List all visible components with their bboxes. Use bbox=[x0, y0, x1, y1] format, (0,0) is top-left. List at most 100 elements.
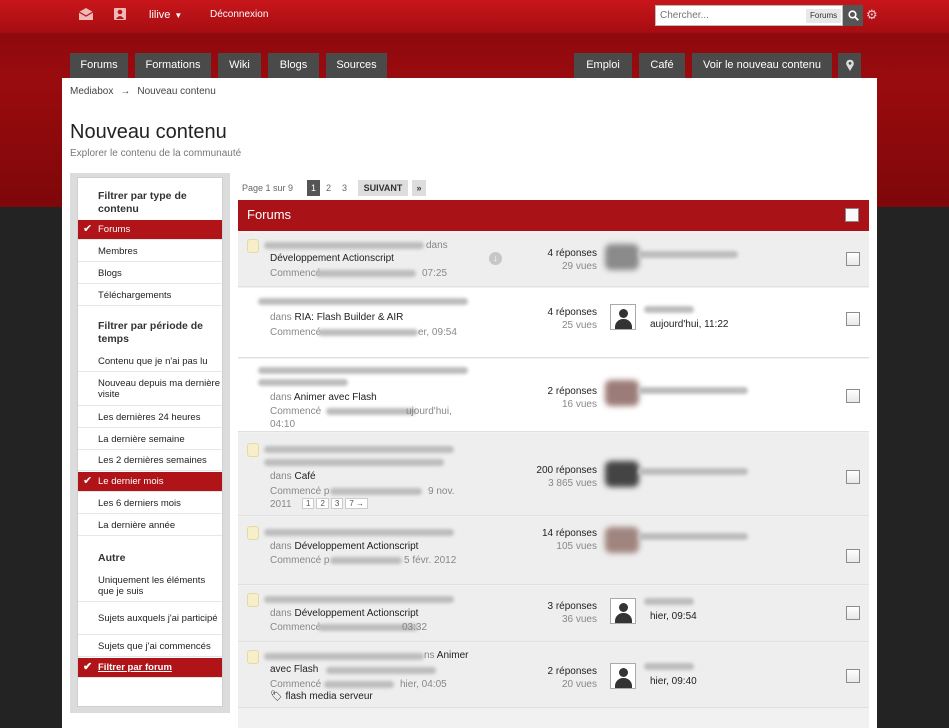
row-views: 25 vues bbox=[561, 320, 597, 331]
page-3[interactable]: 3 bbox=[342, 180, 350, 196]
avatar[interactable] bbox=[610, 304, 636, 330]
filter-period-since-visit[interactable]: Nouveau depuis ma dernière visite bbox=[78, 373, 222, 406]
notifications-icon[interactable] bbox=[113, 7, 129, 21]
row-forum-line: dans Développement Actionscript bbox=[270, 608, 419, 619]
row-checkbox[interactable] bbox=[846, 252, 860, 266]
row-time: 9 nov. bbox=[428, 486, 455, 497]
tag[interactable]: 🏷 flash media serveur bbox=[270, 691, 373, 702]
download-icon[interactable]: ↓ bbox=[489, 252, 502, 265]
filter-period-year[interactable]: La dernière année bbox=[78, 515, 222, 536]
filter-started[interactable]: Sujets que j'ai commencés bbox=[78, 636, 222, 657]
row-forum[interactable]: Café bbox=[294, 471, 315, 482]
last-page-button[interactable]: » bbox=[412, 180, 426, 196]
redacted-text bbox=[644, 306, 694, 313]
row-forum[interactable]: Développement Actionscript bbox=[270, 253, 394, 264]
page-1[interactable]: 1 bbox=[307, 180, 320, 196]
topic-row[interactable]: dans Développement Actionscript Commencé… bbox=[238, 586, 869, 642]
row-dans: dans bbox=[426, 240, 448, 251]
row-started: Commencé p bbox=[270, 486, 330, 497]
logout-link[interactable]: Déconnexion bbox=[210, 9, 268, 20]
search-button[interactable] bbox=[843, 5, 863, 26]
topic-page-last[interactable]: 7 → bbox=[345, 498, 369, 509]
search-input[interactable] bbox=[660, 8, 800, 23]
filter-period-unread[interactable]: Contenu que je n'ai pas lu bbox=[78, 351, 222, 372]
row-forum[interactable]: Animer avec Flash bbox=[294, 392, 377, 403]
select-all-checkbox[interactable] bbox=[845, 208, 859, 222]
nav-tab-forums[interactable]: Forums bbox=[70, 53, 128, 78]
row-forum-2[interactable]: avec Flash bbox=[270, 664, 318, 675]
lightbulb-icon bbox=[247, 526, 259, 540]
page-2[interactable]: 2 bbox=[326, 180, 334, 196]
row-checkbox[interactable] bbox=[846, 606, 860, 620]
topic-page-1[interactable]: 1 bbox=[302, 498, 315, 509]
lightbulb-icon bbox=[247, 650, 259, 664]
row-checkbox[interactable] bbox=[846, 669, 860, 683]
avatar[interactable] bbox=[610, 598, 636, 624]
topic-row[interactable]: dans Café Commencé p 9 nov. 2011 1237 → … bbox=[238, 433, 869, 516]
filter-participated[interactable]: Sujets auxquels j'ai participé bbox=[78, 603, 222, 635]
row-forum-line: ns Animer bbox=[424, 650, 469, 661]
row-checkbox[interactable] bbox=[846, 389, 860, 403]
topic-page-2[interactable]: 2 bbox=[316, 498, 329, 509]
filter-period-week[interactable]: La dernière semaine bbox=[78, 429, 222, 450]
filter-type-blogs[interactable]: Blogs bbox=[78, 263, 222, 284]
row-views: 3 865 vues bbox=[548, 478, 597, 489]
user-name: lilive bbox=[149, 9, 171, 21]
inbox-icon[interactable] bbox=[78, 7, 94, 21]
avatar[interactable] bbox=[605, 380, 639, 406]
avatar[interactable] bbox=[610, 663, 636, 689]
filter-following[interactable]: Uniquement les éléments que je suis bbox=[78, 570, 222, 602]
map-pin-icon[interactable] bbox=[838, 53, 861, 78]
topic-page-3[interactable]: 3 bbox=[330, 498, 344, 509]
lightbulb-icon bbox=[247, 239, 259, 253]
nav-tab-emploi[interactable]: Emploi bbox=[574, 53, 632, 78]
filter-period-month[interactable]: ✔ Le dernier mois bbox=[78, 472, 222, 492]
filter-type-downloads[interactable]: Téléchargements bbox=[78, 285, 222, 306]
filter-period-2weeks[interactable]: Les 2 dernières semaines bbox=[78, 451, 222, 471]
row-stats: 4 réponses 25 vues bbox=[548, 306, 597, 332]
row-forum-line: dans Développement Actionscript bbox=[270, 541, 419, 552]
topic-row[interactable]: ns Animer avec Flash Commencé hier, 04:0… bbox=[238, 643, 869, 708]
row-forum[interactable]: RIA: Flash Builder & AIR bbox=[294, 312, 403, 323]
nav-tab-formations[interactable]: Formations bbox=[135, 53, 211, 78]
row-started: Commencé bbox=[270, 327, 322, 338]
topic-row[interactable]: dans Développement Actionscript Commencé… bbox=[238, 517, 869, 585]
row-checkbox[interactable] bbox=[846, 470, 860, 484]
topic-row[interactable]: dans RIA: Flash Builder & AIR Commencé e… bbox=[238, 288, 869, 358]
user-menu[interactable]: lilive ▼ bbox=[149, 9, 182, 21]
breadcrumb-home[interactable]: Mediabox bbox=[70, 86, 113, 97]
gear-icon[interactable]: ⚙ bbox=[866, 7, 878, 23]
nav-tab-cafe[interactable]: Café bbox=[639, 53, 685, 78]
row-replies: 3 réponses bbox=[547, 601, 597, 612]
filter-by-forum[interactable]: ✔ Filtrer par forum bbox=[78, 658, 222, 678]
avatar[interactable] bbox=[605, 244, 639, 270]
avatar[interactable] bbox=[605, 461, 639, 487]
row-forum[interactable]: Développement Actionscript bbox=[294, 541, 418, 552]
topic-row[interactable]: dans Développement Actionscript Commencé… bbox=[238, 233, 869, 287]
nav-tab-sources[interactable]: Sources bbox=[326, 53, 387, 78]
filter-period-6months[interactable]: Les 6 derniers mois bbox=[78, 493, 222, 514]
nav-tab-new-content[interactable]: Voir le nouveau contenu bbox=[692, 53, 832, 78]
filter-type-membres[interactable]: Membres bbox=[78, 241, 222, 262]
row-forum[interactable]: Animer bbox=[437, 650, 469, 661]
row-forum[interactable]: Développement Actionscript bbox=[294, 608, 418, 619]
topic-row[interactable]: dans Animer avec Flash Commencé ujourd'h… bbox=[238, 359, 869, 432]
filter-period-24h[interactable]: Les dernières 24 heures bbox=[78, 407, 222, 428]
row-last-post[interactable]: hier, 09:40 bbox=[650, 676, 697, 687]
row-checkbox[interactable] bbox=[846, 549, 860, 563]
filter-type-forums[interactable]: ✔ Forums bbox=[78, 220, 222, 240]
row-last-post[interactable]: hier, 09:54 bbox=[650, 611, 697, 622]
check-icon: ✔ bbox=[83, 223, 93, 235]
row-checkbox[interactable] bbox=[846, 312, 860, 326]
row-stats: 200 réponses 3 865 vues bbox=[536, 464, 597, 490]
row-last-post[interactable]: aujourd'hui, 11:22 bbox=[650, 319, 728, 330]
search-scope[interactable]: Forums bbox=[806, 9, 842, 23]
redacted-text bbox=[324, 681, 394, 688]
nav-tab-blogs[interactable]: Blogs bbox=[268, 53, 319, 78]
next-page-button[interactable]: SUIVANT bbox=[358, 180, 408, 196]
avatar[interactable] bbox=[605, 527, 639, 553]
redacted-text bbox=[264, 596, 454, 603]
row-replies: 2 réponses bbox=[547, 386, 597, 397]
redacted-text bbox=[330, 488, 422, 495]
nav-tab-wiki[interactable]: Wiki bbox=[218, 53, 261, 78]
